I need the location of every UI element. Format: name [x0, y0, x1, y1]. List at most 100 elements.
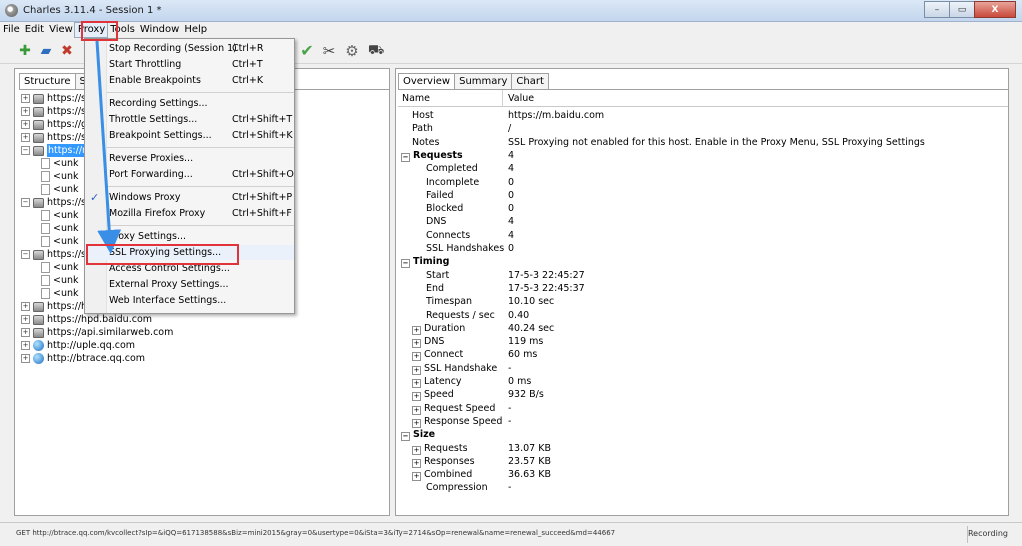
overview-row[interactable]: Timespan 10.10 sec [398, 295, 1008, 308]
expand-icon[interactable]: + [21, 107, 30, 116]
menu-item-port-forwarding[interactable]: Port Forwarding... Ctrl+Shift+O [85, 167, 294, 182]
tree-host-node[interactable]: + https://s [21, 92, 86, 105]
overview-row[interactable]: Path / [398, 122, 1008, 135]
tab-chart[interactable]: Chart [511, 73, 549, 89]
expand-icon[interactable]: + [21, 133, 30, 142]
overview-row[interactable]: Requests / sec 0.40 [398, 309, 1008, 322]
expand-icon[interactable]: + [412, 418, 421, 428]
menu-view[interactable]: View [46, 23, 75, 37]
collapse-icon[interactable]: − [21, 250, 30, 259]
menu-item-reverse-proxies[interactable]: Reverse Proxies... [85, 151, 294, 166]
tree-host-node[interactable]: + https://api.similarweb.com [21, 326, 173, 339]
open-icon[interactable]: ▰ [38, 43, 54, 59]
tools-icon[interactable]: ✂ [321, 43, 337, 59]
tree-host-node[interactable]: − https://m [21, 144, 93, 157]
tree-host-node[interactable]: + https://hpd.baidu.com [21, 313, 152, 326]
expand-icon[interactable]: + [412, 392, 421, 402]
menu-edit[interactable]: Edit [22, 23, 46, 37]
tree-child-node[interactable]: <unk [41, 287, 79, 300]
new-session-icon[interactable]: ✚ [17, 43, 33, 59]
expand-icon[interactable]: + [21, 94, 30, 103]
overview-row[interactable]: Blocked 0 [398, 202, 1008, 215]
overview-row[interactable]: + Requests 13.07 KB [398, 442, 1008, 455]
tree-host-node[interactable]: − https://s [21, 248, 86, 261]
overview-row[interactable]: End 17-5-3 22:45:37 [398, 282, 1008, 295]
overview-row[interactable]: Completed 4 [398, 162, 1008, 175]
expand-icon[interactable]: + [21, 120, 30, 129]
overview-row[interactable]: Start 17-5-3 22:45:27 [398, 269, 1008, 282]
menu-item-start-throttling[interactable]: Start Throttling Ctrl+T [85, 57, 294, 72]
menu-item-external-proxy-settings[interactable]: External Proxy Settings... [85, 277, 294, 292]
tree-child-node[interactable]: <unk [41, 222, 79, 235]
expand-icon[interactable]: + [21, 302, 30, 311]
overview-row[interactable]: − Timing [398, 255, 1008, 269]
overview-row[interactable]: Connects 4 [398, 229, 1008, 242]
menu-item-web-interface-settings[interactable]: Web Interface Settings... [85, 293, 294, 308]
menu-item-recording-settings[interactable]: Recording Settings... [85, 96, 294, 111]
tab-summary[interactable]: Summary [454, 73, 513, 89]
collapse-icon[interactable]: − [401, 152, 410, 162]
collapse-icon[interactable]: − [21, 146, 30, 155]
overview-row[interactable]: DNS 4 [398, 215, 1008, 228]
overview-row[interactable]: Compression - [398, 481, 1008, 494]
overview-row[interactable]: Failed 0 [398, 189, 1008, 202]
expand-icon[interactable]: + [412, 445, 421, 455]
expand-icon[interactable]: + [21, 341, 30, 350]
tree-child-node[interactable]: <unk [41, 183, 79, 196]
overview-row[interactable]: + DNS 119 ms [398, 335, 1008, 349]
column-divider[interactable] [502, 90, 503, 107]
tab-overview[interactable]: Overview [398, 73, 456, 89]
overview-row[interactable]: + Response Speed - [398, 415, 1008, 428]
overview-row[interactable]: − Requests 4 [398, 149, 1008, 162]
cart-icon[interactable]: ⛟ [368, 43, 384, 59]
minimize-button[interactable]: – [924, 1, 950, 18]
tree-host-node[interactable]: − https://s [21, 196, 86, 209]
overview-row[interactable]: + Duration 40.24 sec [398, 322, 1008, 335]
expand-icon[interactable]: + [412, 352, 421, 362]
check-icon[interactable]: ✔ [299, 43, 315, 59]
tree-child-node[interactable]: <unk [41, 235, 79, 248]
close-button[interactable]: X [974, 1, 1016, 18]
expand-icon[interactable]: + [412, 325, 421, 335]
overview-row[interactable]: + Combined 36.63 KB [398, 468, 1008, 482]
menu-item-stop-recording-session-1[interactable]: Stop Recording (Session 1) Ctrl+R [85, 41, 294, 56]
collapse-icon[interactable]: − [21, 198, 30, 207]
expand-icon[interactable]: + [21, 328, 30, 337]
menu-item-throttle-settings[interactable]: Throttle Settings... Ctrl+Shift+T [85, 112, 294, 127]
overview-row[interactable]: + Responses 23.57 KB [398, 455, 1008, 468]
tree-child-node[interactable]: <unk [41, 261, 79, 274]
clear-icon[interactable]: ✖ [59, 43, 75, 59]
overview-row[interactable]: + Request Speed - [398, 402, 1008, 415]
tree-host-node[interactable]: + https://g [21, 118, 87, 131]
maximize-button[interactable]: ▭ [949, 1, 975, 18]
overview-row[interactable]: + Connect 60 ms [398, 348, 1008, 362]
collapse-icon[interactable]: − [401, 259, 410, 269]
overview-row[interactable]: + SSL Handshake - [398, 362, 1008, 375]
expand-icon[interactable]: + [412, 379, 421, 388]
overview-row[interactable]: + Speed 932 B/s [398, 388, 1008, 402]
menu-item-breakpoint-settings[interactable]: Breakpoint Settings... Ctrl+Shift+K [85, 128, 294, 143]
tab-structure[interactable]: Structure [19, 73, 76, 89]
menu-file[interactable]: File [0, 23, 22, 37]
tree-host-node[interactable]: + https://s [21, 105, 86, 118]
menu-item-mozilla-firefox-proxy[interactable]: Mozilla Firefox Proxy Ctrl+Shift+F [85, 206, 294, 221]
collapse-icon[interactable]: − [401, 432, 410, 442]
tree-host-node[interactable]: + https://s [21, 131, 86, 144]
tree-child-node[interactable]: <unk [41, 209, 79, 222]
menu-item-enable-breakpoints[interactable]: Enable Breakpoints Ctrl+K [85, 73, 294, 88]
tree-host-node[interactable]: + http://btrace.qq.com [21, 352, 145, 365]
menu-help[interactable]: Help [181, 23, 209, 37]
overview-row[interactable]: Incomplete 0 [398, 176, 1008, 189]
overview-row[interactable]: Host https://m.baidu.com [398, 109, 1008, 122]
menu-item-windows-proxy[interactable]: ✓ Windows Proxy Ctrl+Shift+P [85, 190, 294, 205]
expand-icon[interactable]: + [21, 315, 30, 324]
tree-child-node[interactable]: <unk [41, 170, 79, 183]
overview-row[interactable]: − Size [398, 428, 1008, 442]
overview-row[interactable]: SSL Handshakes 0 [398, 242, 1008, 255]
tree-host-node[interactable]: + http://uple.qq.com [21, 339, 135, 352]
expand-icon[interactable]: + [412, 405, 421, 415]
menu-window[interactable]: Window [137, 23, 181, 37]
column-value-header[interactable]: Value [508, 90, 534, 107]
expand-icon[interactable]: + [21, 354, 30, 363]
menu-item-proxy-settings[interactable]: Proxy Settings... [85, 229, 294, 244]
